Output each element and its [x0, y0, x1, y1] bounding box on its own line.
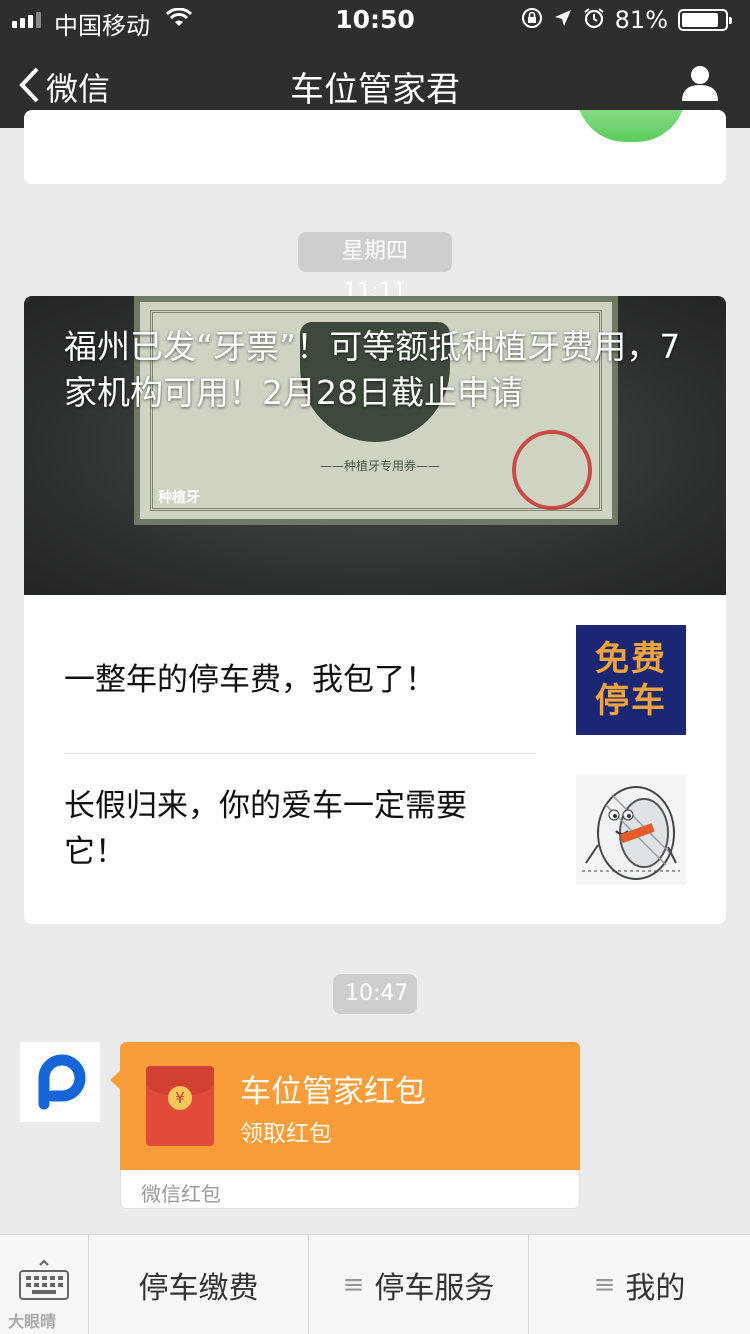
menu-parking-service[interactable]: ≡ 停车服务: [309, 1235, 529, 1334]
previous-article-thumbnail: [576, 110, 686, 142]
red-packet-action: 领取红包: [240, 1121, 332, 1147]
red-seal-icon: [512, 430, 592, 510]
red-packet-footer: 微信红包: [120, 1170, 580, 1209]
article-item-holiday-return[interactable]: 长假归来，你的爱车一定需要它！: [64, 775, 686, 885]
red-envelope-icon: ¥: [146, 1066, 214, 1146]
red-packet-body: ¥ 车位管家红包 领取红包: [120, 1042, 580, 1170]
menu-label: 我的: [625, 1271, 686, 1306]
alarm-icon: [583, 7, 605, 33]
person-icon: [680, 66, 720, 106]
bottom-menu: 停车缴费 ≡ 停车服务 ≡ 我的: [0, 1234, 750, 1334]
page-title: 车位管家君: [290, 70, 460, 110]
status-bar: 中国移动 10:50 81%: [0, 0, 750, 40]
yuan-coin-icon: ¥: [168, 1086, 192, 1110]
thumbnail-text: 停车: [595, 681, 667, 721]
tire-cartoon-image: [576, 775, 686, 885]
rotation-lock-icon: [521, 7, 543, 33]
submenu-icon: ≡: [593, 1270, 616, 1300]
official-account-avatar[interactable]: [20, 1042, 100, 1122]
article-item-title: 一整年的停车费，我包了！: [64, 662, 436, 698]
divider: [64, 753, 536, 754]
red-packet-title: 车位管家红包: [240, 1074, 426, 1110]
menu-mine[interactable]: ≡ 我的: [529, 1235, 750, 1334]
message-timestamp: 10:47: [333, 974, 417, 1014]
menu-parking-payment[interactable]: 停车缴费: [89, 1235, 309, 1334]
location-icon: [553, 8, 573, 32]
red-packet-footer-label: 微信红包: [141, 1182, 221, 1206]
submenu-icon: ≡: [342, 1270, 365, 1300]
article-item-title: 长假归来，你的爱车一定需要它！: [64, 788, 467, 870]
voucher-subtitle: ——种植牙专用券——: [320, 459, 441, 473]
battery-icon: [678, 9, 732, 31]
watermark: 大眼晴: [8, 1312, 57, 1331]
article-cover[interactable]: ——种植牙专用券—— 种植牙 福州已发“牙票”！可等额抵种植牙费用，7家机构可用…: [24, 296, 726, 595]
article-card: ——种植牙专用券—— 种植牙 福州已发“牙票”！可等额抵种植牙费用，7家机构可用…: [24, 296, 726, 924]
cover-article-title: 福州已发“牙票”！可等额抵种植牙费用，7家机构可用！2月28日截止申请: [64, 327, 681, 412]
previous-article-card[interactable]: [24, 110, 726, 184]
free-parking-thumbnail: 免费 停车: [576, 625, 686, 735]
battery-percent: 81%: [614, 6, 668, 34]
article-item-parking-fee[interactable]: 一整年的停车费，我包了！ 免费 停车: [64, 625, 686, 735]
profile-button[interactable]: [680, 64, 720, 106]
red-packet-message[interactable]: ¥ 车位管家红包 领取红包 微信红包: [110, 1042, 580, 1209]
menu-label: 停车服务: [374, 1271, 495, 1306]
message-timestamp: 星期四 11:11: [298, 232, 452, 304]
menu-label: 停车缴费: [138, 1271, 259, 1306]
voucher-corner-label: 种植牙: [158, 490, 200, 506]
keyboard-icon: [18, 1259, 70, 1307]
thumbnail-text: 免费: [595, 639, 667, 679]
